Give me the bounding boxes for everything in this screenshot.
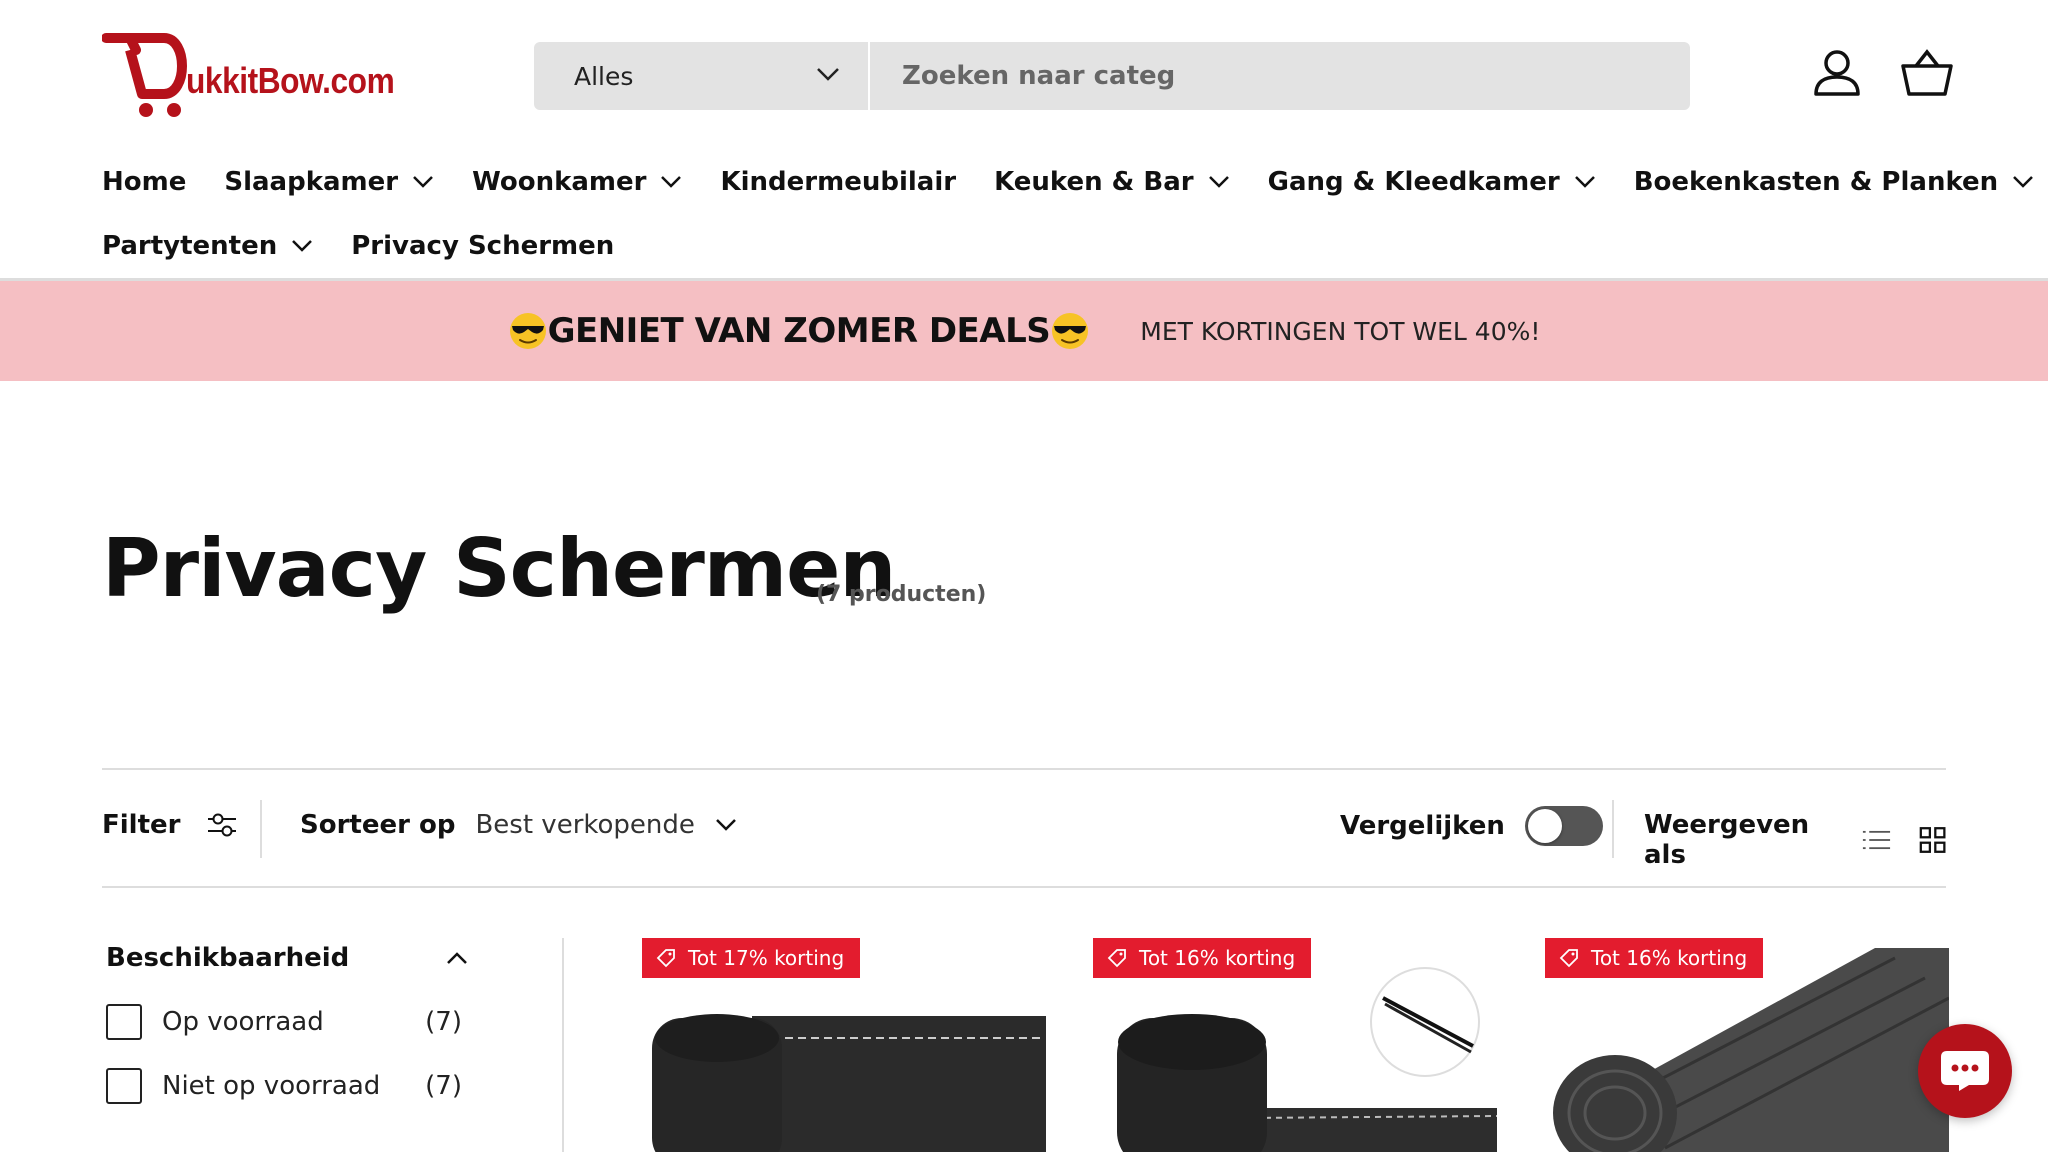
nav-label: Boekenkasten & Planken bbox=[1633, 167, 1999, 197]
search-category-value: Alles bbox=[574, 61, 634, 91]
availability-heading: Beschikbaarheid bbox=[106, 943, 350, 973]
checkbox[interactable] bbox=[106, 1004, 142, 1040]
filter-button[interactable]: Filter bbox=[102, 810, 238, 840]
nav-item-gang-kleedkamer[interactable]: Gang & Kleedkamer bbox=[1268, 160, 1596, 204]
chevron-down-icon bbox=[661, 176, 682, 188]
product-card[interactable]: Tot 16% korting bbox=[1545, 938, 1949, 1152]
chevron-down-icon bbox=[716, 819, 736, 831]
nav-label: Gang & Kleedkamer bbox=[1267, 167, 1560, 197]
nav-label: Partytenten bbox=[102, 231, 278, 261]
filter-sliders-icon bbox=[208, 813, 237, 837]
nav-label: Home bbox=[102, 167, 187, 197]
search-input[interactable] bbox=[870, 42, 1690, 110]
chevron-down-icon bbox=[413, 176, 433, 188]
compare-label: Vergelijken bbox=[1340, 811, 1505, 841]
collection-toolbar: Filter Sorteer op Best verkopende Vergel… bbox=[102, 770, 1946, 888]
toolbar-separator bbox=[1612, 800, 1614, 858]
option-count: (7) bbox=[425, 1071, 462, 1101]
chevron-up-icon bbox=[447, 952, 467, 964]
sidebar-divider bbox=[562, 938, 564, 1152]
product-card[interactable]: Tot 17% korting bbox=[642, 938, 1046, 1152]
chat-bubble-icon bbox=[1941, 1051, 1989, 1091]
site-logo[interactable]: ukkitBow.com bbox=[102, 26, 432, 122]
basket-icon[interactable] bbox=[1900, 48, 1954, 98]
discount-badge: Tot 16% korting bbox=[1545, 938, 1764, 978]
chevron-down-icon bbox=[1208, 176, 1229, 188]
sunglasses-emoji-icon bbox=[509, 313, 546, 349]
nav-label: Slaapkamer bbox=[224, 167, 399, 197]
price-tag-icon bbox=[1559, 949, 1578, 968]
compare-toggle[interactable] bbox=[1524, 806, 1603, 846]
sort-dropdown[interactable]: Sorteer op Best verkopende bbox=[300, 810, 737, 840]
search-category-select[interactable]: Alles bbox=[534, 42, 870, 110]
logo-text: ukkitBow.com bbox=[186, 60, 395, 101]
filter-option-out-of-stock[interactable]: Niet op voorraad (7) bbox=[102, 1054, 482, 1118]
sort-label: Sorteer op bbox=[300, 810, 456, 840]
availability-filter-header[interactable]: Beschikbaarheid bbox=[102, 930, 482, 986]
chevron-down-icon bbox=[817, 68, 839, 81]
price-tag-icon bbox=[1107, 949, 1126, 968]
nav-item-privacy-schermen[interactable]: Privacy Schermen bbox=[351, 224, 615, 284]
price-tag-icon bbox=[656, 949, 675, 968]
nav-item-kindermeubilair[interactable]: Kindermeubilair bbox=[720, 160, 956, 204]
view-label: Weergeven als bbox=[1644, 810, 1810, 870]
nav-label: Kindermeubilair bbox=[720, 167, 957, 197]
toolbar-bottom-rule bbox=[102, 886, 1946, 888]
sunglasses-emoji-icon bbox=[1052, 313, 1089, 349]
product-card[interactable]: Tot 16% korting bbox=[1093, 938, 1497, 1152]
site-header: ukkitBow.com Alles bbox=[0, 0, 2048, 140]
list-view-icon[interactable] bbox=[1862, 828, 1891, 852]
grid-view-icon[interactable] bbox=[1919, 825, 1946, 855]
checkbox[interactable] bbox=[106, 1068, 142, 1104]
nav-item-keuken-bar[interactable]: Keuken & Bar bbox=[994, 160, 1230, 204]
search-bar: Alles bbox=[534, 42, 1690, 110]
main-navigation: Home Slaapkamer Woonkamer Kindermeubilai… bbox=[102, 160, 2034, 284]
compare-control: Vergelijken bbox=[1340, 806, 1603, 846]
discount-badge: Tot 16% korting bbox=[1093, 938, 1312, 978]
chevron-down-icon bbox=[292, 240, 313, 252]
nav-item-woonkamer[interactable]: Woonkamer bbox=[472, 160, 682, 204]
nav-item-boekenkasten-planken[interactable]: Boekenkasten & Planken bbox=[1634, 160, 2034, 204]
nav-item-home[interactable]: Home bbox=[102, 160, 186, 204]
account-icon[interactable] bbox=[1812, 48, 1862, 98]
option-label: Op voorraad bbox=[162, 1007, 324, 1037]
filter-sidebar: Beschikbaarheid Op voorraad (7) Niet op … bbox=[102, 930, 482, 1118]
nav-row-2: Partytenten Privacy Schermen bbox=[102, 224, 1952, 284]
chevron-down-icon bbox=[2013, 176, 2034, 188]
nav-row-1: Home Slaapkamer Woonkamer Kindermeubilai… bbox=[102, 160, 2034, 204]
nav-label: Woonkamer bbox=[472, 167, 647, 197]
view-switcher: Weergeven als bbox=[1644, 810, 1946, 870]
toolbar-separator bbox=[260, 800, 262, 858]
nav-item-slaapkamer[interactable]: Slaapkamer bbox=[224, 160, 434, 204]
option-label: Niet op voorraad bbox=[162, 1071, 381, 1101]
banner-subtext: MET KORTINGEN TOT WEL 40%! bbox=[1140, 316, 1541, 346]
discount-badge: Tot 17% korting bbox=[642, 938, 861, 978]
nav-label: Privacy Schermen bbox=[351, 231, 615, 261]
product-count: (7 producten) bbox=[816, 582, 987, 607]
page-title: Privacy Schermen bbox=[102, 522, 896, 615]
promo-banner[interactable]: GENIET VAN ZOMER DEALS MET KORTINGEN TOT… bbox=[0, 281, 2048, 381]
badge-text: Tot 16% korting bbox=[1591, 946, 1748, 970]
filter-option-in-stock[interactable]: Op voorraad (7) bbox=[102, 990, 482, 1054]
banner-main-text: GENIET VAN ZOMER DEALS bbox=[547, 311, 1051, 351]
option-count: (7) bbox=[425, 1007, 462, 1037]
badge-text: Tot 16% korting bbox=[1139, 946, 1296, 970]
filter-label: Filter bbox=[102, 810, 181, 840]
nav-item-partytenten[interactable]: Partytenten bbox=[102, 224, 313, 268]
chevron-down-icon bbox=[1574, 176, 1595, 188]
chat-button[interactable] bbox=[1918, 1024, 2012, 1118]
nav-label: Keuken & Bar bbox=[994, 167, 1194, 197]
sort-value: Best verkopende bbox=[475, 810, 695, 840]
badge-text: Tot 17% korting bbox=[688, 946, 845, 970]
banner-headline: GENIET VAN ZOMER DEALS bbox=[508, 311, 1091, 351]
